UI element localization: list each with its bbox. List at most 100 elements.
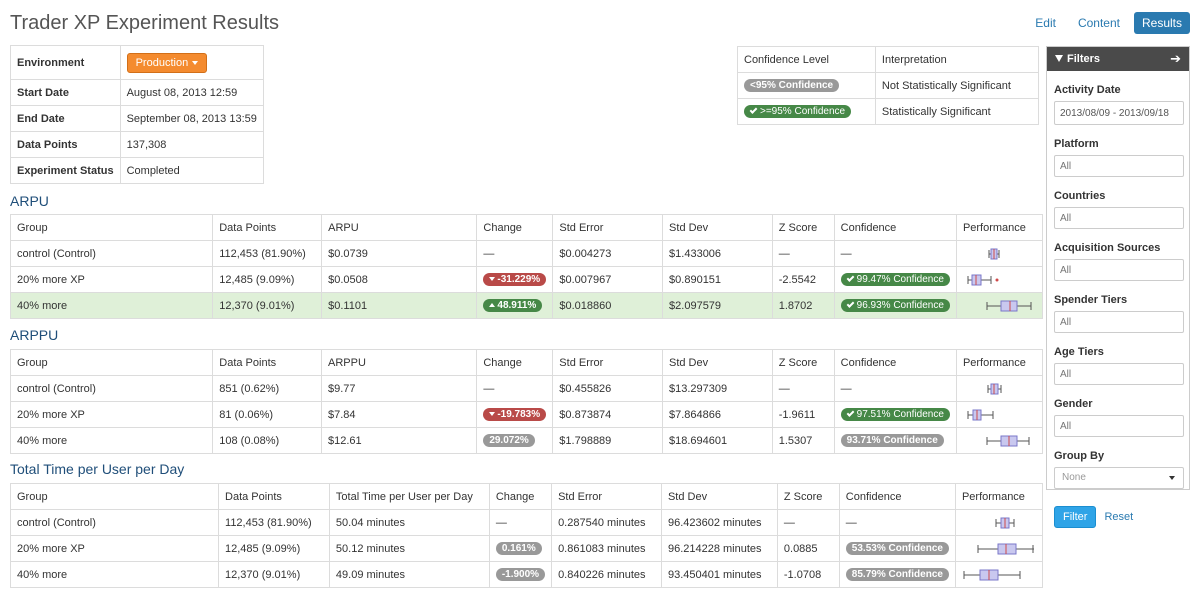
stderr-cell: $1.798889 [552,427,663,454]
env-label: End Date [10,105,121,132]
not-significant-badge: 93.71% Confidence [840,434,944,447]
negative-change-badge: -19.783% [483,408,547,421]
zscore-cell: -1.9611 [771,401,835,428]
column-header: Change [476,214,554,241]
countries-input[interactable] [1054,207,1184,229]
spender-input[interactable] [1054,311,1184,333]
table-row: 20% more XP 81 (0.06%) $7.84 -19.783% $0… [9,401,1044,428]
arrow-right-icon[interactable]: ➔ [1170,47,1181,71]
env-value: 137,308 [119,131,264,158]
confidence-cell: 96.93% Confidence [833,292,957,319]
env-row-status: Experiment Status Completed [10,157,264,184]
env-row-data-points: Data Points 137,308 [10,131,264,158]
column-header: Std Dev [660,483,778,510]
points-cell: 81 (0.06%) [212,401,323,428]
table-row: 20% more XP 12,485 (9.09%) $0.0508 -31.2… [9,266,1044,293]
legend-interpretation: Statistically Significant [874,98,1040,125]
filter-age: Age Tiers [1047,346,1189,385]
legend-header-row: Confidence Level Interpretation [737,46,1040,73]
triangle-down-icon [489,277,496,281]
env-row-start-date: Start Date August 08, 2013 12:59 [10,79,264,106]
legend-row: >=95% Confidence Statistically Significa… [737,98,1040,125]
confidence-cell: — [838,509,956,536]
environment-row: Environment Production [10,45,264,80]
change-cell: 0.161% [488,535,553,562]
env-row-end-date: End Date September 08, 2013 13:59 [10,105,264,132]
stderr-cell: $0.018860 [552,292,664,319]
filter-group-by: Group By None [1047,450,1189,489]
badge-text: -19.783% [497,409,541,420]
filter-actions: Filter Reset [1047,506,1189,528]
environment-cell: Production [119,45,264,80]
performance-cell [955,240,1044,267]
group-cell: 20% more XP [9,535,220,562]
table-row: 20% more XP 12,485 (9.09%) 50.12 minutes… [9,535,1044,562]
check-icon [846,300,855,308]
platform-input[interactable] [1054,155,1184,177]
arpu-title: ARPU [10,193,49,209]
acquisition-input[interactable] [1054,259,1184,281]
performance-cell [954,535,1044,562]
confidence-cell: — [833,375,957,402]
change-cell: -19.783% [476,401,554,428]
nav-results[interactable]: Results [1133,12,1190,34]
filter-label: Activity Date [1054,84,1121,96]
legend-row: <95% Confidence Not Statistically Signif… [737,72,1040,99]
box-plot [967,274,999,285]
table-header-row: Group Data Points Total Time per User pe… [9,483,1044,510]
env-value: September 08, 2013 13:59 [119,105,264,132]
legend-badge-cell: >=95% Confidence [737,98,876,125]
column-header: ARPU [321,214,478,241]
triangle-up-icon [489,303,496,307]
points-cell: 112,453 (81.90%) [212,240,323,267]
legend-header: Interpretation [874,46,1040,73]
zscore-cell: 1.8702 [771,292,835,319]
age-input[interactable] [1054,363,1184,385]
change-cell: -1.900% [488,561,553,588]
env-value: Completed [119,157,264,184]
filters-header[interactable]: Filters ➔ [1047,47,1189,71]
points-cell: 112,453 (81.90%) [218,509,330,536]
arpu-table: Group Data Points ARPU Change Std Error … [9,214,1044,319]
not-significant-badge: 53.53% Confidence [845,542,949,555]
box-plot [986,300,1032,311]
stderr-cell: 0.840226 minutes [551,561,662,588]
group-cell: control (Control) [9,240,214,267]
badge-text: >=95% Confidence [760,106,846,117]
time-table: Group Data Points Total Time per User pe… [9,483,1044,588]
significant-badge: 99.47% Confidence [840,273,950,286]
activity-date-input[interactable] [1054,101,1184,125]
negative-change-badge: -31.229% [483,273,547,286]
positive-change-badge: 48.911% [483,299,543,312]
metric-cell: $7.84 [321,401,478,428]
filter-label: Countries [1054,190,1106,202]
box-plot [987,383,1002,394]
time-title: Total Time per User per Day [10,461,185,477]
points-cell: 12,370 (9.01%) [212,292,323,319]
nav-edit[interactable]: Edit [1027,12,1064,34]
performance-cell [954,561,1044,588]
stddev-cell: 93.450401 minutes [660,561,778,588]
nav-content[interactable]: Content [1070,12,1128,34]
confidence-cell: 99.47% Confidence [833,266,957,293]
metric-cell: $0.0739 [321,240,478,267]
legend-interpretation: Not Statistically Significant [874,72,1040,99]
gender-input[interactable] [1054,415,1184,437]
table-row: 40% more 12,370 (9.01%) 49.09 minutes -1… [9,561,1044,588]
group-by-select[interactable]: None [1054,467,1184,489]
reset-link[interactable]: Reset [1104,511,1133,523]
points-cell: 12,485 (9.09%) [218,535,330,562]
zscore-cell: 0.0885 [776,535,840,562]
funnel-icon [1055,55,1063,62]
environment-dropdown[interactable]: Production [126,52,208,73]
table-row: control (Control) 112,453 (81.90%) 50.04… [9,509,1044,536]
metric-cell: 50.04 minutes [328,509,490,536]
column-header: Data Points [212,349,323,376]
change-badge: 29.072% [483,434,535,447]
group-cell: 20% more XP [9,401,214,428]
table-row: control (Control) 851 (0.62%) $9.77 — $0… [9,375,1044,402]
column-header: Z Score [776,483,840,510]
filters-title: Filters [1067,53,1101,65]
group-cell: 40% more [9,292,214,319]
filter-button[interactable]: Filter [1054,506,1097,528]
